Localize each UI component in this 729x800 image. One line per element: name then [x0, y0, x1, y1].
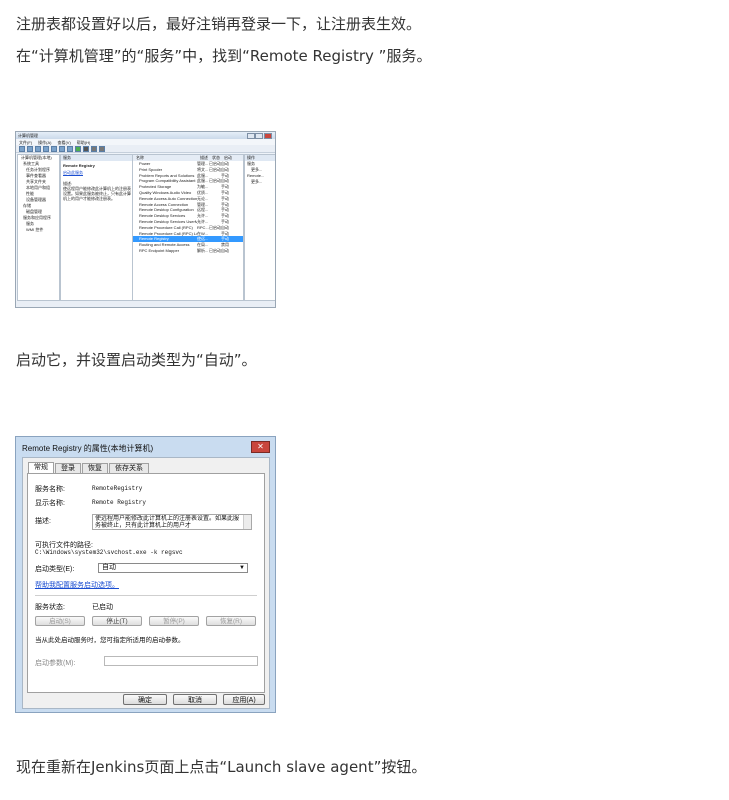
close-icon[interactable]: ✕ — [251, 441, 270, 453]
menu-action[interactable]: 操作(A) — [38, 140, 51, 145]
services-list: 名称 描述 状态 启动 Power 管理... 已启动 自动 Print Spooler… — [132, 154, 244, 301]
start-params-hint: 当从此处启动服务时，您可指定所适用的启动参数。 — [35, 637, 185, 644]
back-icon[interactable] — [19, 145, 25, 152]
up-icon[interactable] — [35, 145, 41, 152]
menu-help[interactable]: 帮助(H) — [77, 140, 91, 145]
service-name-label: 服务名称: — [35, 486, 65, 493]
description-text: 使远程用户能修改此计算机上的注册表设置。如果此服务被终止，只有此计算机上的用户才 — [95, 516, 240, 529]
path-value: C:\Windows\system32\svchost.exe -k regsv… — [35, 549, 183, 556]
forward-icon[interactable] — [27, 145, 33, 152]
console-statusbar — [16, 301, 275, 307]
pause-icon[interactable] — [91, 145, 97, 152]
console-title: 计算机管理 — [18, 133, 38, 138]
description-scrollbar[interactable] — [243, 515, 251, 529]
refresh-icon[interactable] — [51, 145, 57, 152]
export-icon[interactable] — [59, 145, 65, 152]
maximize-icon[interactable] — [255, 133, 263, 139]
properties-dialog-screenshot: Remote Registry 的属性(本地计算机) ✕ 常规 登录 恢复 依存… — [15, 436, 276, 713]
description-label: 描述: — [35, 518, 51, 525]
apply-button[interactable]: 应用(A) — [223, 694, 265, 705]
service-name-value: RemoteRegistry — [92, 485, 143, 492]
startup-type-select[interactable]: 自动 ▼ — [98, 563, 248, 573]
menu-view[interactable]: 查看(V) — [57, 140, 70, 145]
ok-button[interactable]: 确定 — [123, 694, 167, 705]
divider — [35, 595, 257, 596]
service-cell-status: 已启动 — [209, 247, 221, 253]
cancel-button[interactable]: 取消 — [173, 694, 217, 705]
selected-service-name: Remote Registry — [63, 163, 95, 168]
general-tab-panel: 服务名称: RemoteRegistry 显示名称: Remote Regist… — [27, 473, 265, 693]
service-cell-name: RPC Endpoint Mapper — [139, 247, 180, 253]
play-icon[interactable] — [75, 145, 81, 152]
display-name-label: 显示名称: — [35, 500, 65, 507]
service-description: 使远程用户能修改此计算机上的注册表设置。如果此服务被终止，只有此计算机上的用户才… — [63, 186, 131, 201]
instruction-text-3: 启动它，并设置启动类型为“自动”。 — [16, 351, 257, 369]
actions-more[interactable]: 更多... — [245, 179, 275, 185]
stop-icon[interactable] — [83, 145, 89, 152]
instruction-text-4: 现在重新在Jenkins页面上点击“Launch slave agent”按钮。 — [16, 758, 427, 776]
actions-pane: 操作 服务 更多... Remote... 更多... — [244, 154, 275, 301]
start-button[interactable]: 启动(S) — [35, 616, 85, 626]
service-cell-desc: 解析... — [197, 247, 209, 253]
minimize-icon[interactable] — [247, 133, 255, 139]
menu-file[interactable]: 文件(F) — [19, 140, 32, 145]
dialog-title: Remote Registry 的属性(本地计算机) — [22, 444, 154, 453]
startup-type-value: 自动 — [102, 564, 116, 571]
start-params-input[interactable] — [104, 656, 258, 666]
pause-button[interactable]: 暂停(P) — [149, 616, 199, 626]
startup-type-label: 启动类型(E): — [35, 566, 75, 573]
help-configure-link[interactable]: 帮助我配置服务启动选项。 — [35, 580, 119, 590]
service-row[interactable]: RPC Endpoint Mapper 解析... 已启动 自动 — [133, 248, 243, 254]
console-tree: 计算机管理(本地) 系统工具 任务计划程序 事件查看器 共享文件夹 本地用户和组… — [17, 154, 60, 301]
service-status-label: 服务状态: — [35, 604, 65, 611]
chevron-down-icon: ▼ — [239, 565, 245, 571]
restart-icon[interactable] — [99, 145, 105, 152]
console-toolbar — [16, 145, 275, 153]
desc-heading: 描述: — [63, 181, 73, 186]
service-cell-start: 自动 — [221, 247, 229, 253]
display-name-value: Remote Registry — [92, 499, 147, 506]
console-titlebar: 计算机管理 — [16, 132, 275, 139]
stop-button[interactable]: 停止(T) — [92, 616, 142, 626]
dialog-body: 常规 登录 恢复 依存关系 服务名称: RemoteRegistry 显示名称:… — [22, 457, 270, 709]
service-status-value: 已启动 — [92, 604, 113, 611]
close-icon[interactable] — [264, 133, 272, 139]
services-rows: Power 管理... 已启动 自动 Print Spooler 将文... 已启动 自动 Pr… — [133, 161, 243, 254]
properties-icon[interactable] — [43, 145, 49, 152]
description-box[interactable]: 使远程用户能修改此计算机上的注册表设置。如果此服务被终止，只有此计算机上的用户才 — [92, 514, 252, 530]
instruction-text-1: 注册表都设置好以后，最好注销再登录一下，让注册表生效。 — [16, 15, 422, 33]
instruction-text-2: 在“计算机管理”的“服务”中，找到“Remote Registry ”服务。 — [16, 47, 432, 65]
resume-button[interactable]: 恢复(R) — [206, 616, 256, 626]
services-console-screenshot: 计算机管理 文件(F) 操作(A) 查看(V) 帮助(H) 计算机管理(本地) … — [15, 131, 276, 308]
tree-item[interactable]: WMI 控件 — [18, 227, 59, 233]
service-description-pane: 服务 Remote Registry 启动此服务 描述: 使远程用户能修改此计算… — [60, 154, 134, 301]
start-params-label: 启动参数(M): — [35, 660, 76, 667]
help-icon[interactable] — [67, 145, 73, 152]
